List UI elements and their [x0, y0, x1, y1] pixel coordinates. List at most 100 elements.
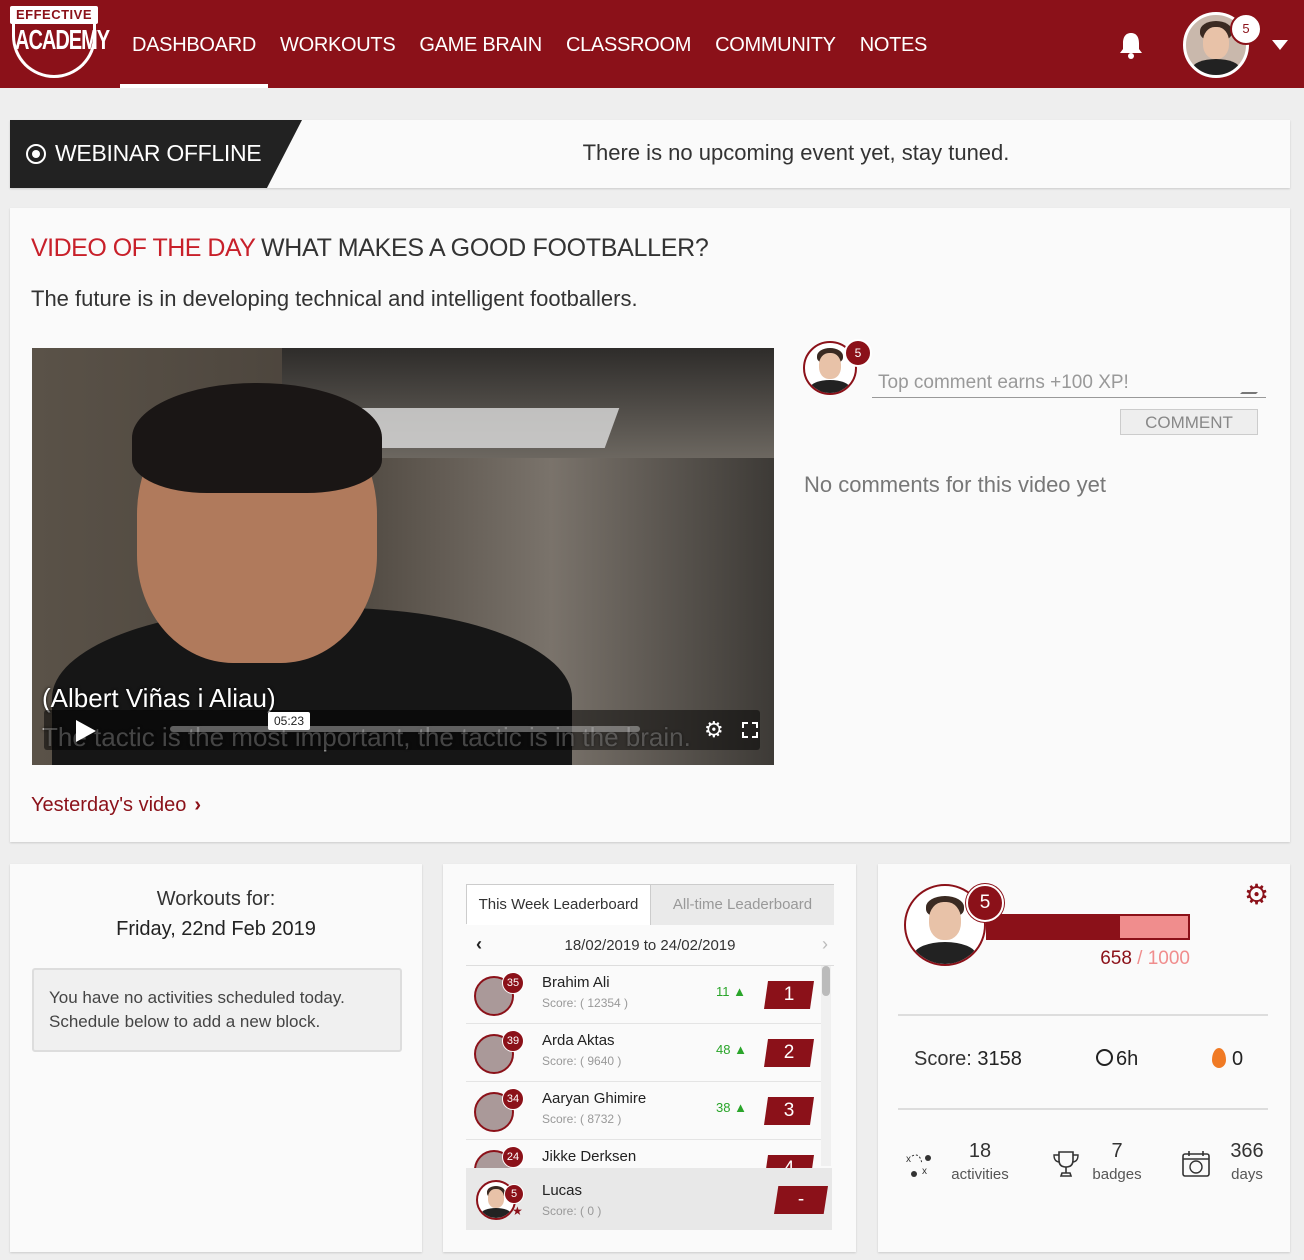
logo-main-text: ACADEMY — [15, 25, 110, 57]
divider — [898, 1108, 1268, 1110]
nav-community[interactable]: COMMUNITY — [703, 0, 848, 88]
player-name: Brahim Ali — [542, 974, 610, 991]
leaderboard-card: This Week Leaderboard All-time Leaderboa… — [443, 864, 856, 1252]
flame-icon — [1212, 1048, 1226, 1068]
yesterdays-video-label: Yesterday's video — [31, 794, 187, 816]
leaderboard-scrollbar[interactable] — [821, 966, 831, 1166]
player-score: Score: ( 8732 ) — [542, 1112, 622, 1126]
xp-max: / 1000 — [1137, 948, 1190, 969]
video-title: WHAT MAKES A GOOD FOOTBALLER? — [261, 234, 709, 262]
leaderboard-row[interactable]: 39 Arda Aktas Score: ( 9640 ) 48 ▲ 2 — [466, 1024, 821, 1082]
calendar-ball-icon — [1182, 1151, 1210, 1177]
score-label: Score: — [914, 1048, 972, 1070]
rank-badge: 4 — [764, 1155, 814, 1168]
level-badge: 34 — [502, 1088, 524, 1110]
player-name: Aaryan Ghimire — [542, 1090, 647, 1107]
stat-value: 366 — [1230, 1140, 1264, 1162]
profile-streak: 0 — [1212, 1048, 1243, 1071]
fullscreen-icon[interactable] — [742, 722, 758, 738]
player-score: Score: ( 0 ) — [542, 1204, 602, 1218]
comment-button[interactable]: COMMENT — [1120, 409, 1258, 435]
no-comments-text: No comments for this video yet — [804, 472, 1107, 497]
profile-level-badge: 5 — [966, 884, 1004, 922]
nav-game-brain[interactable]: GAME BRAIN — [407, 0, 554, 88]
leaderboard-row[interactable]: 35 Brahim Ali Score: ( 12354 ) 11 ▲ 1 — [466, 966, 821, 1024]
webinar-message: There is no upcoming event yet, stay tun… — [582, 140, 1010, 165]
profile-time: 6h — [1096, 1048, 1138, 1071]
leaderboard-date-range: ‹ 18/02/2019 to 24/02/2019 › — [466, 926, 834, 966]
nav-notes[interactable]: NOTES — [848, 0, 939, 88]
leaderboard-row[interactable]: 34 Aaryan Ghimire Score: ( 8732 ) 38 ▲ 3 — [466, 1082, 821, 1140]
webinar-status-panel: WEBINAR OFFLINE — [10, 120, 302, 188]
level-badge: 24 — [502, 1146, 524, 1168]
profile-score: Score: 3158 — [914, 1048, 1022, 1071]
stat-value: 18 — [968, 1140, 992, 1162]
tab-this-week[interactable]: This Week Leaderboard — [467, 885, 651, 925]
video-person-hair — [132, 383, 382, 493]
trophy-icon — [1053, 1151, 1079, 1177]
xp-progress-fill — [988, 916, 1120, 938]
tactics-icon: xx — [906, 1154, 931, 1177]
tab-all-time[interactable]: All-time Leaderboard — [651, 885, 834, 925]
webinar-banner: WEBINAR OFFLINE There is no upcoming eve… — [10, 120, 1290, 188]
video-progress-track[interactable]: 05:23 — [170, 712, 640, 732]
score-value: 3158 — [977, 1048, 1022, 1070]
scrollbar-thumb[interactable] — [822, 966, 830, 996]
stat-label: activities — [951, 1166, 1009, 1183]
video-description: The future is in developing technical an… — [31, 286, 638, 311]
nav-classroom[interactable]: CLASSROOM — [554, 0, 703, 88]
star-icon: ★ — [512, 1204, 523, 1218]
settings-gear-icon[interactable]: ⚙ — [1244, 878, 1269, 911]
time-value: 6h — [1116, 1048, 1139, 1070]
user-level-badge: 5 — [1230, 13, 1262, 45]
rank-badge: - — [774, 1186, 828, 1214]
divider — [898, 1014, 1268, 1016]
profile-card: ⚙ 5 658 / 1000 Score: 3158 6h 0 xx 18 ac… — [878, 864, 1290, 1252]
date-range-text: 18/02/2019 to 24/02/2019 — [564, 937, 736, 954]
academy-logo[interactable]: EFFECTIVE ACADEMY — [8, 2, 110, 80]
webinar-status: WEBINAR OFFLINE — [55, 140, 262, 166]
comment-input[interactable] — [872, 368, 1266, 398]
xp-current: 658 — [1100, 948, 1132, 969]
clock-icon — [1096, 1049, 1113, 1066]
rank-badge: 2 — [764, 1039, 814, 1067]
player-score: Score: ( 9640 ) — [542, 1054, 622, 1068]
chevron-right-icon[interactable]: › — [822, 934, 828, 955]
video-of-the-day-card: VIDEO OF THE DAY WHAT MAKES A GOOD FOOTB… — [10, 208, 1290, 842]
yesterdays-video-link[interactable]: Yesterday's video › — [31, 794, 201, 817]
bell-icon[interactable] — [1116, 30, 1146, 60]
video-player[interactable]: (Albert Viñas i Aliau) The tactic is the… — [32, 348, 774, 765]
player-name: Arda Aktas — [542, 1032, 615, 1049]
streak-value: 0 — [1232, 1048, 1244, 1070]
player-name: Jikke Derksen — [542, 1148, 637, 1165]
workouts-empty-note: You have no activities scheduled today. … — [32, 968, 402, 1052]
video-heading: VIDEO OF THE DAY — [31, 234, 256, 262]
workouts-card: Workouts for: Friday, 22nd Feb 2019 You … — [10, 864, 422, 1252]
main-menu: DASHBOARD WORKOUTS GAME BRAIN CLASSROOM … — [120, 0, 939, 88]
level-badge: 39 — [502, 1030, 524, 1052]
nav-dashboard[interactable]: DASHBOARD — [120, 0, 268, 88]
player-score: Score: ( 12354 ) — [542, 996, 629, 1010]
rank-change: 38 ▲ — [716, 1100, 747, 1115]
workouts-date: Friday, 22nd Feb 2019 — [116, 918, 316, 940]
stat-value: 7 — [1111, 1140, 1123, 1162]
stat-label: badges — [1092, 1166, 1142, 1183]
rank-badge: 3 — [764, 1097, 814, 1125]
settings-gear-icon[interactable]: ⚙ — [704, 719, 726, 741]
leaderboard-tabs: This Week Leaderboard All-time Leaderboa… — [466, 884, 834, 925]
chevron-down-icon[interactable] — [1272, 40, 1288, 50]
xp-progress-bar — [986, 914, 1190, 940]
player-name: Lucas — [542, 1182, 583, 1199]
video-controls: 05:23 ⚙ — [44, 710, 760, 750]
my-leaderboard-row[interactable]: 5 ★ Lucas Score: ( 0 ) - — [466, 1168, 832, 1230]
level-badge: 35 — [502, 972, 524, 994]
leaderboard-row[interactable]: 24 Jikke Derksen 4 — [466, 1140, 821, 1168]
logo-shield: ACADEMY — [12, 22, 110, 78]
rank-change: 48 ▲ — [716, 1042, 747, 1057]
play-icon[interactable] — [76, 720, 96, 742]
chevron-right-icon: › — [194, 794, 202, 816]
nav-workouts[interactable]: WORKOUTS — [268, 0, 407, 88]
hover-time: 05:23 — [268, 712, 311, 730]
xp-readout: 658 / 1000 — [986, 948, 1190, 970]
top-navbar: EFFECTIVE ACADEMY DASHBOARD WORKOUTS GAM… — [0, 0, 1304, 88]
